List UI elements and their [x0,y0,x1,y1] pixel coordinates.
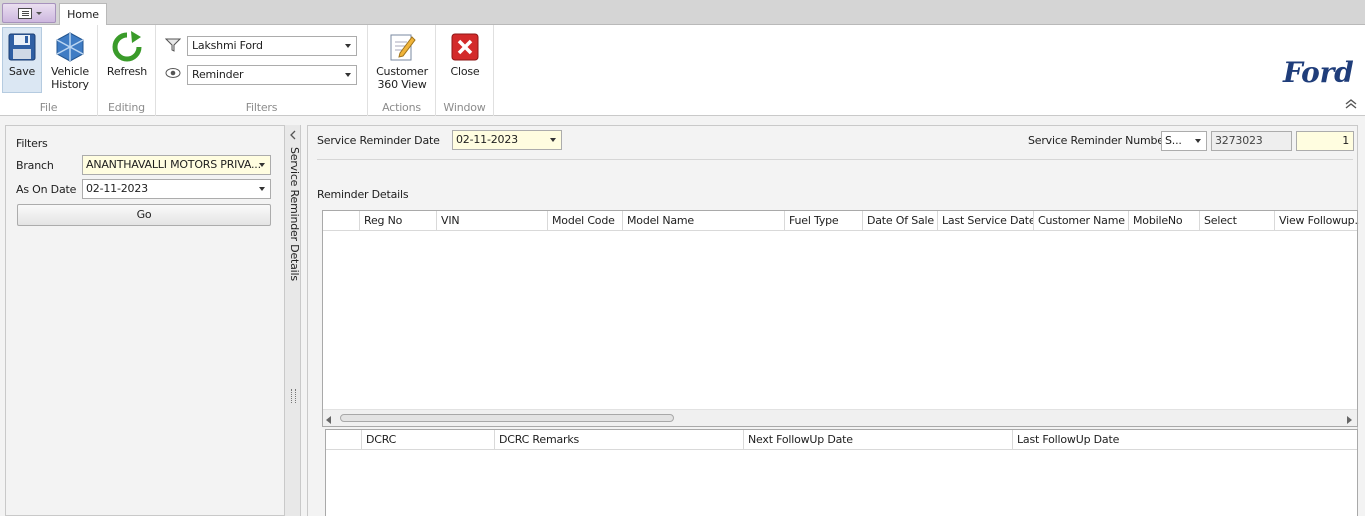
filters-title: Filters [16,137,48,150]
reminder-date-label: Service Reminder Date [317,134,440,147]
group-label-file: File [39,101,58,114]
column-header-dcrc-remarks[interactable]: DCRC Remarks [495,430,744,450]
document-list-icon [18,8,32,19]
grid-header: DCRC DCRC Remarks Next FollowUp Date Las… [326,430,1357,450]
grid-header: Reg No VIN Model Code Model Name Fuel Ty… [323,211,1359,231]
scroll-thumb[interactable] [340,414,674,422]
ribbon: Save Vehicle History File Refresh Editin… [0,25,1365,116]
floppy-disk-icon [6,31,38,63]
service-reminder-main: Service Reminder Date 02-11-2023 Service… [307,125,1359,516]
ribbon-group-filters: Lakshmi Ford Reminder Filters [156,25,368,116]
as-on-date-value: 02-11-2023 [86,182,148,195]
chevron-down-icon [1195,139,1201,143]
ribbon-group-file: Save Vehicle History File [0,25,98,116]
scroll-right-icon[interactable] [1346,414,1352,427]
reminder-count-field[interactable]: 1 [1296,131,1354,151]
column-header-reg-no[interactable]: Reg No [360,211,437,231]
reminder-date-picker[interactable]: 02-11-2023 [452,130,562,150]
chevron-left-icon[interactable] [289,130,297,143]
tab-home[interactable]: Home [59,3,107,26]
customer-360-label-1: Customer [376,65,428,78]
group-label-actions: Actions [382,101,421,114]
vehicle-history-icon [54,31,86,63]
branch-label: Branch [16,159,54,172]
column-header-next-followup-date[interactable]: Next FollowUp Date [744,430,1013,450]
column-header-mobile-no[interactable]: MobileNo [1129,211,1200,231]
ribbon-group-editing: Refresh Editing [98,25,156,116]
reminder-date-value: 02-11-2023 [456,133,518,146]
reminder-details-label: Reminder Details [317,188,409,201]
group-label-window: Window [443,101,486,114]
column-header-indicator[interactable] [323,211,360,231]
reminder-number-field[interactable]: 3273023 [1211,131,1292,151]
chevron-down-icon [36,12,42,15]
close-button[interactable]: Close [441,27,489,93]
side-tab-service-reminder-details[interactable]: Service Reminder Details [286,147,301,281]
column-header-last-service-date[interactable]: Last Service Date [938,211,1034,231]
splitter-grip-icon [291,389,296,403]
customer-360-view-button[interactable]: Customer 360 View [373,27,431,93]
funnel-icon [164,37,182,56]
application-menu-button[interactable] [2,3,56,23]
vehicle-history-label-1: Vehicle [51,65,89,78]
eye-icon [165,67,181,82]
reminder-number-label: Service Reminder Number [1028,134,1169,147]
close-label: Close [450,65,480,78]
scroll-left-icon[interactable] [326,414,332,427]
refresh-icon [111,31,143,63]
panel-splitter[interactable]: Service Reminder Details [284,125,301,516]
divider [317,159,1353,160]
customer-360-label-2: 360 View [377,78,427,91]
collapse-ribbon-icon[interactable] [1344,99,1358,112]
group-label-filters: Filters [245,101,278,114]
column-header-dcrc[interactable]: DCRC [362,430,495,450]
as-on-date-picker[interactable]: 02-11-2023 [82,179,271,199]
branch-value: ANANTHAVALLI MOTORS PRIVA... [86,158,261,171]
column-header-fuel-type[interactable]: Fuel Type [785,211,863,231]
column-header-customer-name[interactable]: Customer Name [1034,211,1129,231]
dealer-value: Lakshmi Ford [192,39,263,52]
ford-logo: Ford [1283,56,1354,89]
branch-combo[interactable]: ANANTHAVALLI MOTORS PRIVA... [82,155,271,175]
view-combo[interactable]: Reminder [187,65,357,85]
column-header-select[interactable]: Select [1200,211,1275,231]
chevron-down-icon [550,138,556,142]
close-icon [449,31,481,63]
ribbon-group-window: Close Window [436,25,494,116]
chevron-down-icon [259,163,265,167]
horizontal-scrollbar[interactable] [323,409,1357,426]
column-header-vin[interactable]: VIN [437,211,548,231]
chevron-down-icon [345,44,351,48]
ribbon-tab-strip [0,0,1365,25]
go-button[interactable]: Go [17,204,271,226]
vehicle-history-button[interactable]: Vehicle History [47,27,93,93]
vehicle-history-label-2: History [51,78,89,91]
chevron-down-icon [345,73,351,77]
reminder-details-grid[interactable]: Reg No VIN Model Code Model Name Fuel Ty… [322,210,1359,427]
column-header-date-of-sale[interactable]: Date Of Sale [863,211,938,231]
refresh-label: Refresh [106,65,148,78]
column-header-last-followup-date[interactable]: Last FollowUp Date [1013,430,1359,450]
chevron-down-icon [259,187,265,191]
filters-panel: Filters Branch ANANTHAVALLI MOTORS PRIVA… [5,125,285,516]
dealer-combo[interactable]: Lakshmi Ford [187,36,357,56]
reminder-series-combo[interactable]: S... [1161,131,1207,151]
refresh-button[interactable]: Refresh [103,27,151,93]
followup-grid[interactable]: DCRC DCRC Remarks Next FollowUp Date Las… [325,429,1358,516]
view-value: Reminder [192,68,244,81]
save-button[interactable]: Save [2,27,42,93]
edit-document-icon [386,31,418,63]
column-header-model-name[interactable]: Model Name [623,211,785,231]
column-header-model-code[interactable]: Model Code [548,211,623,231]
as-on-date-label: As On Date [16,183,77,196]
column-header-view-followup[interactable]: View Followup... [1275,211,1359,231]
column-header-indicator[interactable] [326,430,362,450]
ribbon-group-actions: Customer 360 View Actions [368,25,436,116]
group-label-editing: Editing [108,101,145,114]
save-label: Save [8,65,36,78]
reminder-series-value: S... [1165,134,1182,147]
